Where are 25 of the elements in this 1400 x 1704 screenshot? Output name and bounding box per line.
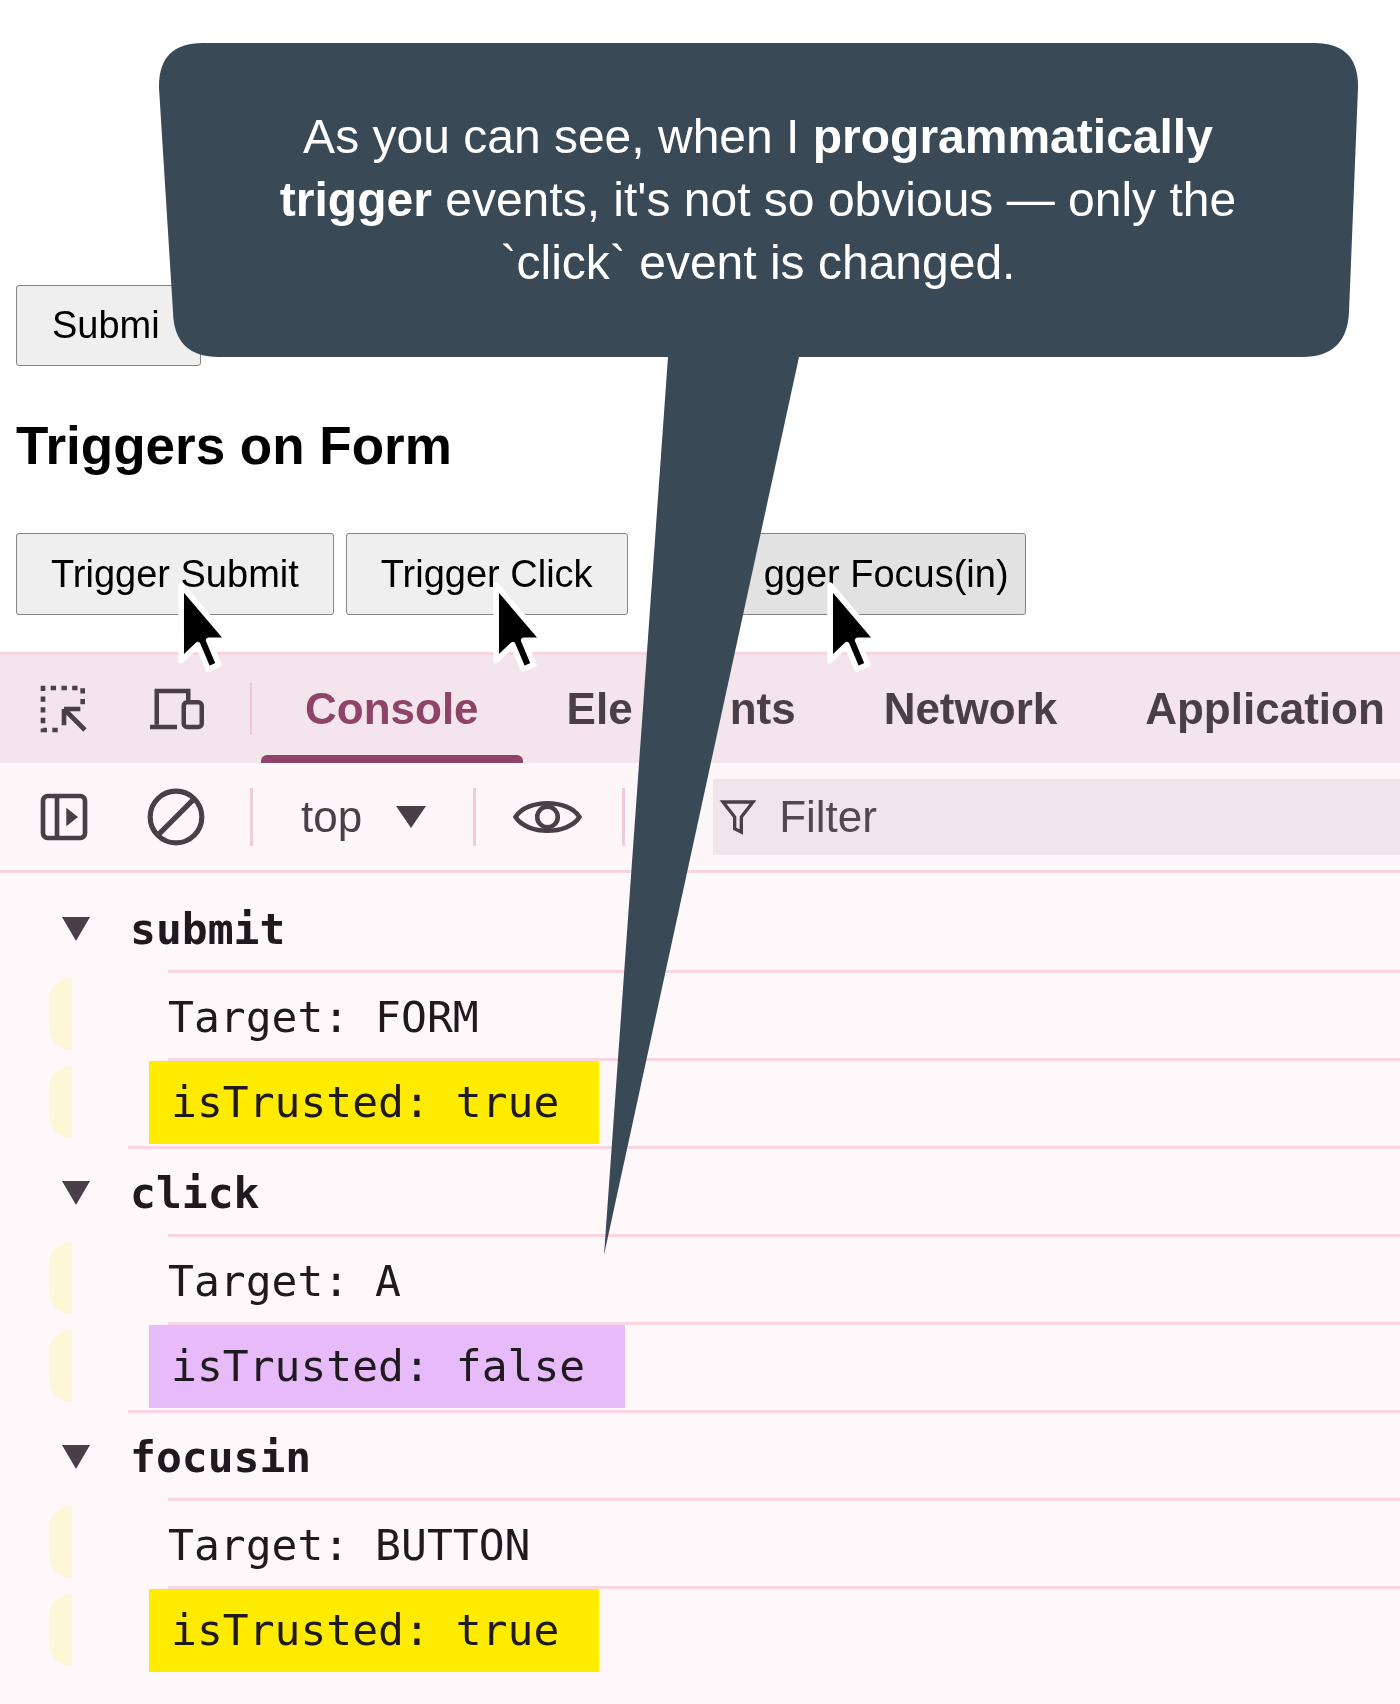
row-marker-icon	[49, 978, 72, 1050]
filter-field[interactable]: Filter	[713, 778, 1400, 855]
event-name: click	[130, 1167, 260, 1219]
caret-icon	[396, 805, 427, 828]
log-line: Target: BUTTON	[168, 1519, 531, 1571]
disclosure-triangle-icon[interactable]	[62, 1181, 90, 1205]
context-selector[interactable]: top	[301, 783, 427, 850]
devtools-tab[interactable]: Network	[839, 655, 1102, 763]
log-line: Target: FORM	[168, 991, 479, 1043]
row-marker-icon	[49, 1506, 72, 1578]
event-name: submit	[130, 903, 286, 955]
disclosure-triangle-icon[interactable]	[62, 917, 90, 941]
row-marker-icon	[49, 1066, 72, 1138]
trigger-button[interactable]: Trigger Click	[345, 533, 628, 615]
log-line: Target: A	[168, 1255, 401, 1307]
page-heading: Triggers on Form	[16, 416, 452, 476]
devtools-tab[interactable]: Application	[1101, 655, 1395, 763]
callout-text: As you can see, when I programmatically trigger events, it's not so obvious — only the `click` event is changed.	[278, 109, 1238, 291]
disclosure-triangle-icon[interactable]	[62, 1445, 90, 1469]
row-marker-icon	[49, 1594, 72, 1666]
event-name: focusin	[130, 1431, 312, 1483]
devtools-tab[interactable]: Ele nts	[522, 655, 840, 763]
row-marker-icon	[49, 1330, 72, 1402]
row-marker-icon	[49, 1242, 72, 1314]
trigger-button[interactable]: Trigger Submit	[16, 533, 334, 615]
